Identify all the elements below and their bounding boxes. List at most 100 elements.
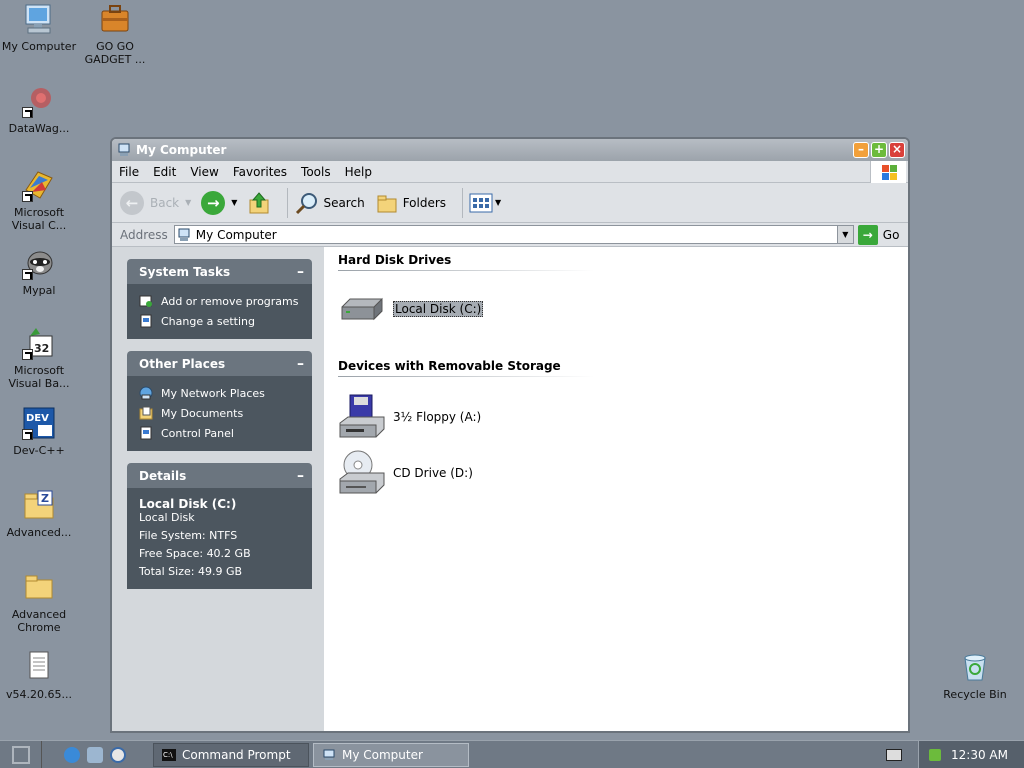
add-remove-programs-icon [139, 295, 152, 307]
collapse-icon[interactable]: – [297, 264, 304, 280]
desktop-icon-datawag[interactable]: DataWag... [1, 84, 77, 135]
title-bar[interactable]: My Computer – + × [112, 139, 908, 161]
desktop-icon-my-computer[interactable]: My Computer [1, 2, 77, 53]
shortcut-arrow-icon [22, 269, 33, 280]
dropdown-arrow-icon[interactable]: ▼ [495, 198, 501, 207]
menu-file[interactable]: File [112, 165, 146, 179]
views-icon [469, 193, 493, 212]
collapse-icon[interactable]: – [297, 468, 304, 484]
section-header: Hard Disk Drives [338, 253, 452, 267]
address-dropdown-button[interactable]: ▼ [836, 226, 853, 243]
folders-label: Folders [402, 195, 447, 210]
back-arrow-icon: ← [120, 190, 144, 215]
start-button[interactable] [0, 740, 42, 768]
keyboard-icon[interactable] [886, 749, 903, 761]
desktop-icon-recycle-bin[interactable]: Recycle Bin [937, 650, 1013, 701]
forward-button[interactable]: → ▼ [201, 190, 237, 215]
other-places-header[interactable]: Other Places – [127, 351, 312, 376]
up-folder-icon [249, 191, 269, 213]
system-tray: 12:30 AM [886, 741, 1024, 768]
menu-help[interactable]: Help [338, 165, 379, 179]
search-icon [296, 192, 318, 214]
panel-title: System Tasks [139, 264, 231, 279]
drive-item-floppy[interactable]: 3½ Floppy (A:) [338, 391, 894, 443]
desktop-icon-advanced[interactable]: Z Advanced... [1, 488, 77, 539]
desktop-icon-label: Dev-C++ [13, 444, 65, 457]
my-computer-icon [178, 228, 190, 241]
control-panel-icon [140, 426, 152, 440]
desktop-icon-label: DataWag... [8, 122, 70, 135]
task-pane: System Tasks – Add or remove programs Ch… [112, 247, 324, 731]
close-button[interactable]: × [889, 142, 905, 158]
network-places-icon [139, 386, 153, 400]
visual-studio-icon [22, 168, 56, 202]
menu-favorites[interactable]: Favorites [226, 165, 294, 179]
folders-icon [377, 195, 397, 212]
detail-drive-type: Local Disk [139, 511, 195, 524]
internet-explorer-icon[interactable] [64, 746, 80, 763]
system-tasks-header[interactable]: System Tasks – [127, 259, 312, 284]
desktop-icon-label: Recycle Bin [943, 688, 1007, 701]
detail-free-space: Free Space: 40.2 GB [139, 547, 251, 560]
up-folder-button[interactable] [247, 191, 271, 215]
menu-edit[interactable]: Edit [146, 165, 183, 179]
section-header: Devices with Removable Storage [338, 359, 561, 373]
desktop-icon-v54[interactable]: v54.20.65... [1, 650, 77, 701]
maximize-button[interactable]: + [871, 142, 887, 158]
my-documents-link[interactable]: My Documents [139, 403, 302, 423]
back-button[interactable]: ← Back ▼ [120, 190, 191, 215]
start-icon [11, 745, 30, 764]
shortcut-arrow-icon [22, 349, 33, 360]
place-label: My Network Places [161, 386, 265, 400]
standard-toolbar: ← Back ▼ → ▼ Search Folders ▼ [112, 183, 908, 223]
views-button[interactable]: ▼ [469, 193, 501, 213]
address-input[interactable]: My Computer ▼ [173, 225, 854, 244]
change-setting-link[interactable]: Change a setting [139, 311, 302, 331]
desktop-icon-label: Microsoft Visual C... [11, 206, 67, 232]
add-remove-programs-link[interactable]: Add or remove programs [139, 291, 302, 311]
desktop-icon-advanced-chrome[interactable]: Advanced Chrome [1, 570, 77, 634]
drive-item-local-disk[interactable]: Local Disk (C:) [338, 283, 894, 335]
panel-body: My Network Places My Documents Control P… [127, 376, 312, 451]
details-header[interactable]: Details – [127, 463, 312, 488]
shortcut-arrow-icon [22, 191, 33, 202]
toolbar-separator [287, 187, 289, 218]
window-body: System Tasks – Add or remove programs Ch… [112, 247, 908, 731]
menu-view[interactable]: View [183, 165, 225, 179]
taskbar-button-label: My Computer [342, 747, 423, 762]
control-panel-icon [140, 314, 152, 328]
desktop-icon-mypal[interactable]: Mypal [1, 246, 77, 297]
search-label: Search [323, 195, 365, 210]
drive-label: CD Drive (D:) [393, 466, 473, 480]
folders-button[interactable]: Folders [375, 191, 446, 215]
browser-icon[interactable] [87, 746, 103, 763]
menu-tools[interactable]: Tools [294, 165, 338, 179]
control-panel-link[interactable]: Control Panel [139, 423, 302, 443]
dropdown-arrow-icon[interactable]: ▼ [185, 198, 191, 207]
go-arrow-icon: → [857, 224, 878, 245]
toolbar-separator [462, 187, 464, 218]
shortcut-arrow-icon [22, 429, 33, 440]
desktop-icon-go-go-gadget[interactable]: GO GO GADGET ... [77, 2, 153, 66]
taskbar-button-command-prompt[interactable]: C:\ Command Prompt [153, 742, 309, 767]
dropdown-arrow-icon[interactable]: ▼ [231, 198, 237, 207]
minimize-button[interactable]: – [853, 142, 869, 158]
my-network-places-link[interactable]: My Network Places [139, 383, 302, 403]
go-button[interactable]: → Go [857, 224, 899, 245]
desktop-icon-visual-basic[interactable]: 32 Microsoft Visual Ba... [1, 326, 77, 390]
taskbar-button-my-computer[interactable]: My Computer [313, 742, 469, 767]
desktop-icon-visual-c[interactable]: Microsoft Visual C... [1, 168, 77, 232]
detail-file-system: File System: NTFS [139, 529, 238, 542]
clock[interactable]: 12:30 AM [951, 748, 1008, 762]
drive-item-cd[interactable]: CD Drive (D:) [338, 447, 894, 499]
search-button[interactable]: Search [294, 191, 365, 215]
place-label: My Documents [161, 406, 244, 420]
desktop-icon-label: Advanced Chrome [11, 608, 67, 634]
desktop-icon-dev-cpp[interactable]: DEV Dev-C++ [1, 406, 77, 457]
datawag-icon [22, 84, 56, 118]
media-player-icon[interactable] [110, 746, 126, 763]
collapse-icon[interactable]: – [297, 356, 304, 372]
desktop-icon-label: v54.20.65... [6, 688, 72, 701]
section-divider [338, 270, 594, 271]
network-status-icon[interactable] [929, 749, 942, 761]
